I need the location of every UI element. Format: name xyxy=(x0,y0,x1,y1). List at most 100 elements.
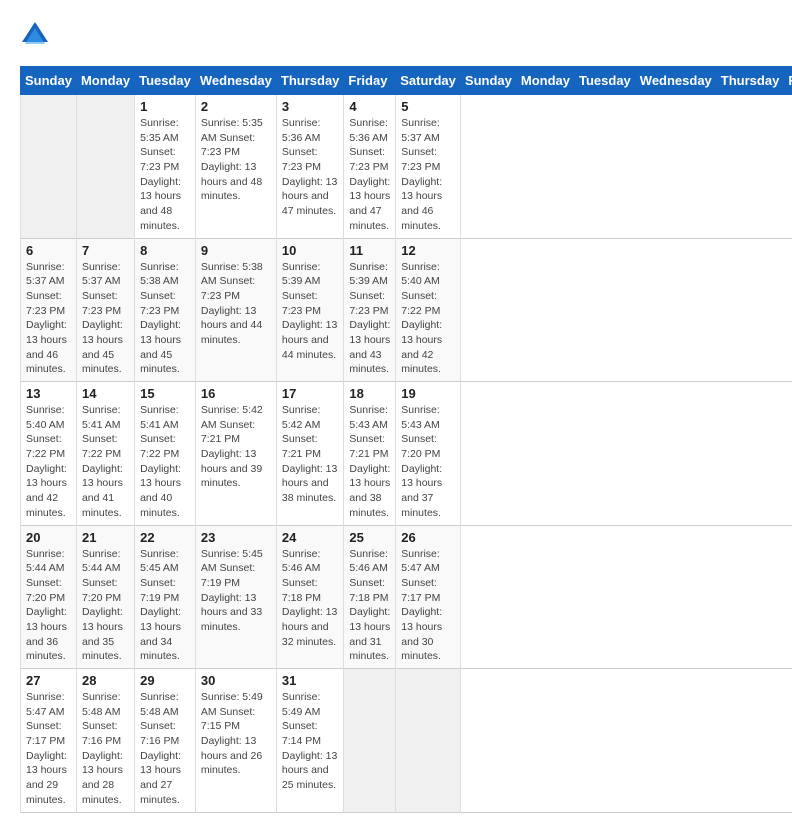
day-info: Sunrise: 5:47 AM Sunset: 7:17 PM Dayligh… xyxy=(26,690,71,808)
day-info: Sunrise: 5:48 AM Sunset: 7:16 PM Dayligh… xyxy=(140,690,190,808)
day-number: 30 xyxy=(201,673,271,688)
calendar-cell: 31 Sunrise: 5:49 AM Sunset: 7:14 PM Dayli… xyxy=(276,669,344,813)
calendar-cell xyxy=(76,95,134,239)
day-info: Sunrise: 5:37 AM Sunset: 7:23 PM Dayligh… xyxy=(82,260,129,378)
header-sunday: Sunday xyxy=(460,67,516,95)
day-number: 20 xyxy=(26,530,71,545)
day-info: Sunrise: 5:42 AM Sunset: 7:21 PM Dayligh… xyxy=(282,403,339,506)
day-number: 3 xyxy=(282,99,339,114)
day-number: 21 xyxy=(82,530,129,545)
day-number: 31 xyxy=(282,673,339,688)
header-friday: Friday xyxy=(344,67,396,95)
day-info: Sunrise: 5:46 AM Sunset: 7:18 PM Dayligh… xyxy=(282,547,339,650)
calendar-week-row: 13 Sunrise: 5:40 AM Sunset: 7:22 PM Dayli… xyxy=(21,382,792,526)
calendar-cell: 27Sunrise: 5:47 AM Sunset: 7:17 PM Dayli… xyxy=(21,669,77,813)
calendar-cell: 14 Sunrise: 5:41 AM Sunset: 7:22 PM Dayli… xyxy=(76,382,134,526)
day-info: Sunrise: 5:45 AM Sunset: 7:19 PM Dayligh… xyxy=(140,547,190,665)
header-tuesday: Tuesday xyxy=(135,67,196,95)
page-header xyxy=(20,20,772,50)
calendar-cell: 26 Sunrise: 5:47 AM Sunset: 7:17 PM Dayli… xyxy=(396,525,461,669)
day-info: Sunrise: 5:38 AM Sunset: 7:23 PM Dayligh… xyxy=(201,260,271,348)
day-number: 22 xyxy=(140,530,190,545)
day-info: Sunrise: 5:38 AM Sunset: 7:23 PM Dayligh… xyxy=(140,260,190,378)
day-number: 10 xyxy=(282,243,339,258)
calendar-cell: 15Sunrise: 5:41 AM Sunset: 7:22 PM Dayli… xyxy=(135,382,196,526)
calendar-cell: 9 Sunrise: 5:38 AM Sunset: 7:23 PM Daylig… xyxy=(195,238,276,382)
calendar-cell: 3Sunrise: 5:36 AM Sunset: 7:23 PM Daylig… xyxy=(276,95,344,239)
calendar-cell: 23Sunrise: 5:45 AM Sunset: 7:19 PM Dayli… xyxy=(195,525,276,669)
day-number: 14 xyxy=(82,386,129,401)
day-number: 1 xyxy=(140,99,190,114)
day-info: Sunrise: 5:44 AM Sunset: 7:20 PM Dayligh… xyxy=(82,547,129,665)
day-number: 29 xyxy=(140,673,190,688)
calendar-cell: 2 Sunrise: 5:35 AM Sunset: 7:23 PM Daylig… xyxy=(195,95,276,239)
calendar-cell: 16Sunrise: 5:42 AM Sunset: 7:21 PM Dayli… xyxy=(195,382,276,526)
day-info: Sunrise: 5:35 AM Sunset: 7:23 PM Dayligh… xyxy=(140,116,190,234)
day-info: Sunrise: 5:46 AM Sunset: 7:18 PM Dayligh… xyxy=(349,547,390,665)
day-number: 13 xyxy=(26,386,71,401)
day-info: Sunrise: 5:36 AM Sunset: 7:23 PM Dayligh… xyxy=(349,116,390,234)
header-sunday: Sunday xyxy=(21,67,77,95)
calendar-week-row: 20 Sunrise: 5:44 AM Sunset: 7:20 PM Dayli… xyxy=(21,525,792,669)
day-number: 8 xyxy=(140,243,190,258)
header-saturday: Saturday xyxy=(396,67,461,95)
day-number: 7 xyxy=(82,243,129,258)
day-number: 9 xyxy=(201,243,271,258)
day-number: 18 xyxy=(349,386,390,401)
day-info: Sunrise: 5:39 AM Sunset: 7:23 PM Dayligh… xyxy=(349,260,390,378)
day-info: Sunrise: 5:49 AM Sunset: 7:14 PM Dayligh… xyxy=(282,690,339,793)
day-number: 12 xyxy=(401,243,455,258)
calendar-cell: 21 Sunrise: 5:44 AM Sunset: 7:20 PM Dayli… xyxy=(76,525,134,669)
day-info: Sunrise: 5:43 AM Sunset: 7:21 PM Dayligh… xyxy=(349,403,390,521)
header-friday: Friday xyxy=(784,67,792,95)
calendar-cell: 13 Sunrise: 5:40 AM Sunset: 7:22 PM Dayli… xyxy=(21,382,77,526)
calendar-cell xyxy=(21,95,77,239)
day-number: 28 xyxy=(82,673,129,688)
calendar-cell: 28 Sunrise: 5:48 AM Sunset: 7:16 PM Dayli… xyxy=(76,669,134,813)
header-tuesday: Tuesday xyxy=(575,67,636,95)
header-thursday: Thursday xyxy=(716,67,784,95)
calendar-cell: 5 Sunrise: 5:37 AM Sunset: 7:23 PM Daylig… xyxy=(396,95,461,239)
day-number: 17 xyxy=(282,386,339,401)
day-number: 11 xyxy=(349,243,390,258)
calendar-cell: 11 Sunrise: 5:39 AM Sunset: 7:23 PM Dayli… xyxy=(344,238,396,382)
day-number: 24 xyxy=(282,530,339,545)
calendar-cell: 18 Sunrise: 5:43 AM Sunset: 7:21 PM Dayli… xyxy=(344,382,396,526)
logo xyxy=(20,20,54,50)
day-number: 25 xyxy=(349,530,390,545)
calendar-week-row: 6 Sunrise: 5:37 AM Sunset: 7:23 PM Daylig… xyxy=(21,238,792,382)
calendar-cell: 17 Sunrise: 5:42 AM Sunset: 7:21 PM Dayli… xyxy=(276,382,344,526)
header-monday: Monday xyxy=(76,67,134,95)
header-thursday: Thursday xyxy=(276,67,344,95)
day-info: Sunrise: 5:41 AM Sunset: 7:22 PM Dayligh… xyxy=(140,403,190,521)
calendar-cell: 8 Sunrise: 5:38 AM Sunset: 7:23 PM Daylig… xyxy=(135,238,196,382)
header-wednesday: Wednesday xyxy=(635,67,716,95)
day-number: 23 xyxy=(201,530,271,545)
day-info: Sunrise: 5:37 AM Sunset: 7:23 PM Dayligh… xyxy=(26,260,71,378)
day-info: Sunrise: 5:40 AM Sunset: 7:22 PM Dayligh… xyxy=(26,403,71,521)
calendar-cell: 24 Sunrise: 5:46 AM Sunset: 7:18 PM Dayli… xyxy=(276,525,344,669)
calendar-cell: 7 Sunrise: 5:37 AM Sunset: 7:23 PM Daylig… xyxy=(76,238,134,382)
day-info: Sunrise: 5:47 AM Sunset: 7:17 PM Dayligh… xyxy=(401,547,455,665)
day-info: Sunrise: 5:43 AM Sunset: 7:20 PM Dayligh… xyxy=(401,403,455,521)
calendar-header-row: SundayMondayTuesdayWednesdayThursdayFrid… xyxy=(21,67,792,95)
day-info: Sunrise: 5:35 AM Sunset: 7:23 PM Dayligh… xyxy=(201,116,271,204)
calendar-week-row: 1 Sunrise: 5:35 AM Sunset: 7:23 PM Daylig… xyxy=(21,95,792,239)
header-wednesday: Wednesday xyxy=(195,67,276,95)
calendar-cell: 25 Sunrise: 5:46 AM Sunset: 7:18 PM Dayli… xyxy=(344,525,396,669)
day-number: 26 xyxy=(401,530,455,545)
day-number: 19 xyxy=(401,386,455,401)
day-number: 6 xyxy=(26,243,71,258)
calendar-cell: 29 Sunrise: 5:48 AM Sunset: 7:16 PM Dayli… xyxy=(135,669,196,813)
calendar-cell: 30Sunrise: 5:49 AM Sunset: 7:15 PM Dayli… xyxy=(195,669,276,813)
day-info: Sunrise: 5:41 AM Sunset: 7:22 PM Dayligh… xyxy=(82,403,129,521)
header-monday: Monday xyxy=(516,67,574,95)
day-info: Sunrise: 5:37 AM Sunset: 7:23 PM Dayligh… xyxy=(401,116,455,234)
day-info: Sunrise: 5:40 AM Sunset: 7:22 PM Dayligh… xyxy=(401,260,455,378)
calendar-cell: 6 Sunrise: 5:37 AM Sunset: 7:23 PM Daylig… xyxy=(21,238,77,382)
day-info: Sunrise: 5:48 AM Sunset: 7:16 PM Dayligh… xyxy=(82,690,129,808)
day-number: 2 xyxy=(201,99,271,114)
calendar-cell: 22 Sunrise: 5:45 AM Sunset: 7:19 PM Dayli… xyxy=(135,525,196,669)
day-info: Sunrise: 5:42 AM Sunset: 7:21 PM Dayligh… xyxy=(201,403,271,491)
day-number: 5 xyxy=(401,99,455,114)
